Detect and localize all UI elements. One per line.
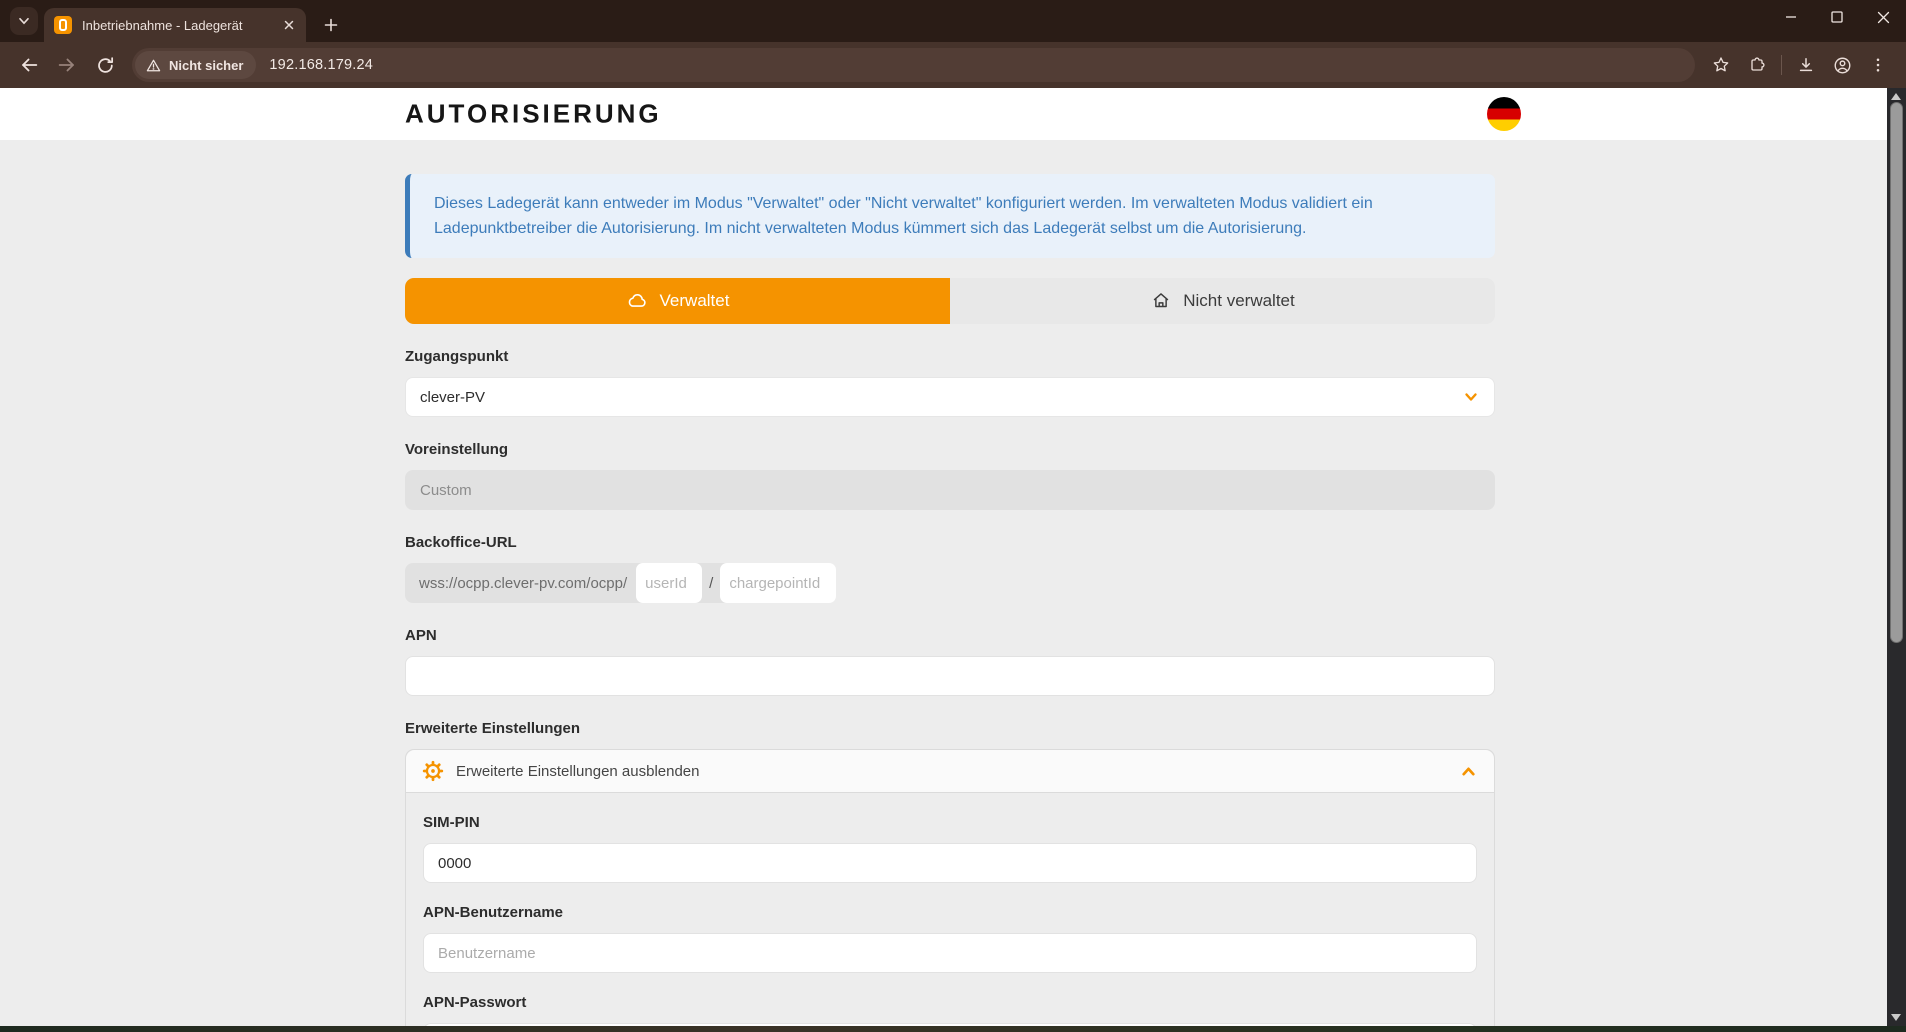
apn-label: APN (405, 627, 1495, 644)
home-icon (1150, 290, 1172, 312)
minimize-icon (1785, 11, 1797, 23)
new-tab-button[interactable] (316, 10, 346, 40)
address-bar[interactable]: Nicht sicher 192.168.179.24 (132, 48, 1695, 82)
kebab-menu-icon (1869, 56, 1887, 74)
tab-nicht-verwaltet-label: Nicht verwaltet (1183, 291, 1294, 311)
tab-search-button[interactable] (10, 7, 38, 35)
page-viewport: AUTORISIERUNG Dieses Ladegerät kann entw… (0, 88, 1906, 1026)
advanced-settings-toggle[interactable]: Erweiterte Einstellungen ausblenden (406, 750, 1494, 793)
scrollbar-down-arrow-icon[interactable] (1891, 1014, 1901, 1021)
scrollbar-thumb[interactable] (1890, 102, 1903, 643)
advanced-settings-panel: Erweiterte Einstellungen ausblenden SIM-… (405, 749, 1495, 1026)
reload-icon (95, 55, 116, 76)
downloads-button[interactable] (1789, 48, 1823, 82)
window-controls (1768, 0, 1906, 42)
advanced-settings-label: Erweiterte Einstellungen (405, 720, 1495, 737)
browser-toolbar: Nicht sicher 192.168.179.24 (0, 42, 1906, 88)
zugangspunkt-label: Zugangspunkt (405, 348, 1495, 365)
security-label: Nicht sicher (169, 58, 243, 73)
sim-pin-input[interactable] (423, 843, 1477, 883)
download-icon (1796, 55, 1816, 75)
mode-tabs: Verwaltet Nicht verwaltet (405, 278, 1495, 324)
gear-icon (422, 760, 444, 782)
chevron-down-icon (16, 13, 32, 29)
apn-input[interactable] (405, 656, 1495, 696)
tab-verwaltet[interactable]: Verwaltet (405, 278, 950, 324)
star-icon (1711, 55, 1731, 75)
maximize-icon (1831, 11, 1843, 23)
browser-tab-strip: Inbetriebnahme - Ladegerät (0, 0, 1906, 42)
voreinstellung-label: Voreinstellung (405, 441, 1495, 458)
zugangspunkt-select[interactable]: clever-PV (405, 377, 1495, 417)
page-title: AUTORISIERUNG (405, 99, 662, 130)
backoffice-url-label: Backoffice-URL (405, 534, 1495, 551)
profile-button[interactable] (1825, 48, 1859, 82)
sim-pin-label: SIM-PIN (423, 814, 1477, 831)
url-text: 192.168.179.24 (269, 57, 373, 73)
security-chip[interactable]: Nicht sicher (135, 51, 256, 79)
form-container: Dieses Ladegerät kann entweder im Modus … (405, 140, 1495, 1026)
apn-benutzername-label: APN-Benutzername (423, 904, 1477, 921)
backoffice-url-prefix: wss://ocpp.clever-pv.com/ocpp/ (405, 563, 636, 603)
window-close-button[interactable] (1860, 0, 1906, 34)
browser-window: Inbetriebnahme - Ladegerät (0, 0, 1906, 1032)
cloud-icon (626, 290, 649, 313)
window-minimize-button[interactable] (1768, 0, 1814, 34)
window-maximize-button[interactable] (1814, 0, 1860, 34)
scrollbar-up-arrow-icon[interactable] (1891, 93, 1901, 100)
url-separator: / (702, 563, 720, 603)
forward-button[interactable] (50, 48, 84, 82)
info-box: Dieses Ladegerät kann entweder im Modus … (405, 174, 1495, 258)
german-flag-icon[interactable] (1487, 97, 1521, 131)
tab-title: Inbetriebnahme - Ladegerät (82, 18, 278, 33)
browser-tab[interactable]: Inbetriebnahme - Ladegerät (44, 8, 306, 42)
chevron-down-icon (1462, 388, 1480, 406)
back-arrow-icon (18, 54, 40, 76)
tab-verwaltet-label: Verwaltet (660, 291, 730, 311)
toolbar-divider (1781, 55, 1782, 75)
puzzle-icon (1747, 55, 1767, 75)
chargepointid-input[interactable] (720, 563, 836, 603)
favicon-charger-icon (54, 16, 72, 34)
forward-arrow-icon (56, 54, 78, 76)
back-button[interactable] (12, 48, 46, 82)
tab-nicht-verwaltet[interactable]: Nicht verwaltet (950, 278, 1495, 324)
close-icon (1877, 11, 1890, 24)
apn-benutzername-input[interactable] (423, 933, 1477, 973)
userid-input[interactable] (636, 563, 702, 603)
info-text: Dieses Ladegerät kann entweder im Modus … (434, 191, 1469, 241)
profile-icon (1832, 55, 1853, 76)
desktop-background-strip (0, 1026, 1906, 1032)
bookmark-star-button[interactable] (1704, 48, 1738, 82)
page-scrollbar[interactable] (1887, 88, 1906, 1026)
zugangspunkt-value: clever-PV (420, 389, 485, 406)
plus-icon (323, 17, 339, 33)
voreinstellung-input (405, 470, 1495, 510)
extensions-button[interactable] (1740, 48, 1774, 82)
tab-close-icon[interactable] (278, 14, 300, 36)
advanced-settings-body: SIM-PIN APN-Benutzername APN-Passwort (406, 814, 1494, 1026)
reload-button[interactable] (88, 48, 122, 82)
chevron-up-icon (1459, 762, 1478, 781)
page-header: AUTORISIERUNG (0, 88, 1906, 140)
browser-menu-button[interactable] (1861, 48, 1895, 82)
advanced-settings-toggle-label: Erweiterte Einstellungen ausblenden (456, 763, 1447, 780)
apn-passwort-label: APN-Passwort (423, 994, 1477, 1011)
warning-icon (145, 57, 162, 74)
toolbar-actions (1703, 48, 1896, 82)
backoffice-url-group: wss://ocpp.clever-pv.com/ocpp/ / (405, 563, 836, 603)
